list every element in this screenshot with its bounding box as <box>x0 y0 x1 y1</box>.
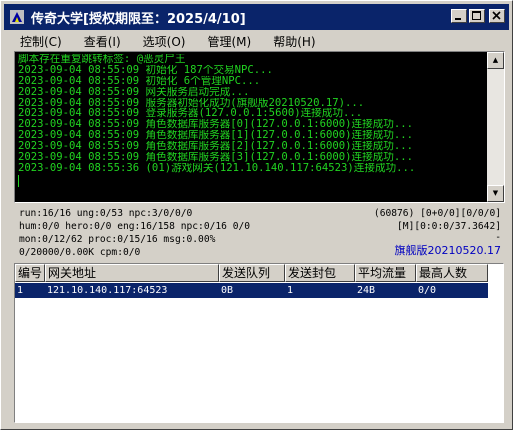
cell-gateway-address: 121.10.140.117:64523 <box>47 285 168 296</box>
log-line: 2023-09-04 08:55:09 角色数据库服务器[0](127.0.0.… <box>18 119 413 131</box>
log-line: 2023-09-04 08:55:09 网关服务启动完成... <box>18 86 250 98</box>
column-header-max-players[interactable]: 最高人数 <box>416 264 488 282</box>
log-line: 2023-09-04 08:55:36 (01)游戏网关(121.10.140.… <box>18 162 416 174</box>
stat-dash: - <box>495 232 501 243</box>
close-button[interactable] <box>489 9 505 23</box>
edition-label: 旗舰版20210520.17 <box>394 244 501 257</box>
arrow-down-icon: ▼ <box>492 189 499 197</box>
app-icon <box>10 10 24 24</box>
menu-options[interactable]: 选项(O) <box>127 33 192 50</box>
maximize-button[interactable] <box>469 9 485 23</box>
stat-session: (60876) [0+0/0][0/0/0] <box>373 208 501 219</box>
text-cursor <box>18 174 19 187</box>
arrow-up-icon: ▲ <box>492 56 499 64</box>
menu-manage[interactable]: 管理(M) <box>191 33 257 50</box>
column-header-avg-traffic[interactable]: 平均流量 <box>355 264 416 282</box>
gateway-table[interactable]: 编号 网关地址 发送队列 发送封包 平均流量 最高人数 1 121.10.140… <box>14 263 504 423</box>
minimize-icon <box>455 18 461 20</box>
maximize-icon <box>472 11 481 20</box>
cell-send-packets: 1 <box>287 285 294 296</box>
stat-run: run:16/16 ung:0/53 npc:3/0/0/0 <box>19 208 193 219</box>
title-bar[interactable]: 传奇大学[授权期限至：2025/4/10] <box>4 4 509 30</box>
log-line: 2023-09-04 08:55:09 角色数据库服务器[3](127.0.0.… <box>18 152 413 163</box>
scroll-track[interactable] <box>487 69 504 185</box>
menu-bar: 控制(C) 查看(I) 选项(O) 管理(M) 帮助(H) <box>4 31 509 51</box>
window-title: 传奇大学[授权期限至：2025/4/10] <box>31 11 246 27</box>
column-header-send-packets[interactable]: 发送封包 <box>285 264 355 282</box>
log-scrollbar[interactable]: ▲ ▼ <box>487 52 504 202</box>
log-line: 脚本存在重复跳转标签: @恶灵尸王 <box>18 54 186 65</box>
cell-avg-traffic: 24B <box>357 285 376 296</box>
cell-max-players: 0/0 <box>418 285 437 296</box>
table-row[interactable]: 1 121.10.140.117:64523 0B 1 24B 0/0 <box>15 283 488 298</box>
log-line: 2023-09-04 08:55:09 登录服务器(127.0.0.1:5600… <box>18 108 363 120</box>
log-line: 2023-09-04 08:55:09 服务器初始化成功(旗舰版20210520… <box>18 97 365 109</box>
window-controls <box>451 9 505 23</box>
log-line: 2023-09-04 08:55:09 初始化 187个交易NPC... <box>18 64 273 76</box>
status-panel: run:16/16 ung:0/53 npc:3/0/0/0 (60876) [… <box>17 207 503 261</box>
log-console[interactable]: 脚本存在重复跳转标签: @恶灵尸王 2023-09-04 08:55:09 初始… <box>14 51 505 203</box>
close-icon <box>492 11 501 20</box>
stat-mon: mon:0/12/62 proc:0/15/16 msg:0.00% <box>19 234 216 245</box>
log-line: 2023-09-04 08:55:09 角色数据库服务器[2](127.0.0.… <box>18 141 413 153</box>
log-line: 2023-09-04 08:55:09 初始化 6个管理NPC... <box>18 75 261 87</box>
scroll-up-button[interactable]: ▲ <box>487 52 504 69</box>
minimize-button[interactable] <box>451 9 467 23</box>
menu-control[interactable]: 控制(C) <box>4 33 68 50</box>
stat-mem: [M][0:0:0/37.3642] <box>397 221 501 232</box>
scroll-down-button[interactable]: ▼ <box>487 185 504 202</box>
cell-send-queue: 0B <box>221 285 234 296</box>
column-header-send-queue[interactable]: 发送队列 <box>219 264 285 282</box>
cell-id: 1 <box>17 285 24 296</box>
stat-cpm: 0/20000/0.00K cpm:0/0 <box>19 247 141 258</box>
menu-help[interactable]: 帮助(H) <box>257 33 321 50</box>
column-header-id[interactable]: 编号 <box>15 264 45 282</box>
column-header-gateway-address[interactable]: 网关地址 <box>45 264 219 282</box>
main-window: 传奇大学[授权期限至：2025/4/10] 控制(C) 查看(I) 选项(O) … <box>0 0 513 430</box>
log-line: 2023-09-04 08:55:09 角色数据库服务器[1](127.0.0.… <box>18 130 413 142</box>
menu-view[interactable]: 查看(I) <box>68 33 127 50</box>
stat-hum: hum:0/0 hero:0/0 eng:16/158 npc:0/16 0/0 <box>19 221 251 232</box>
log-lines: 脚本存在重复跳转标签: @恶灵尸王 2023-09-04 08:55:09 初始… <box>18 54 484 187</box>
table-header: 编号 网关地址 发送队列 发送封包 平均流量 最高人数 <box>15 264 488 282</box>
